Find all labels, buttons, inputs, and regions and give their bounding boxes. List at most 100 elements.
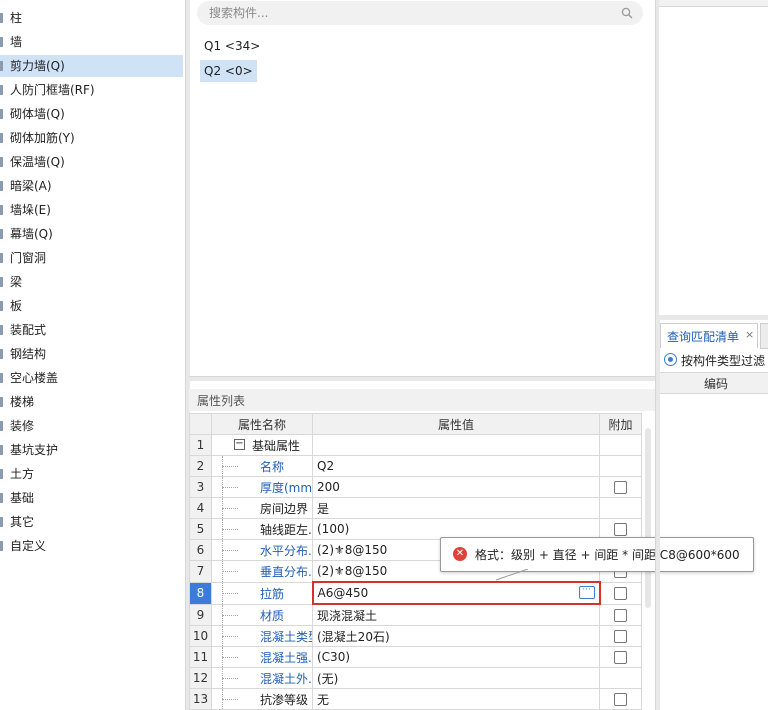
property-row[interactable]: 2 名称 Q2 — [189, 455, 642, 477]
row-number[interactable]: 8 — [189, 581, 212, 605]
row-number[interactable]: 11 — [189, 646, 212, 668]
tree-item[interactable]: 砌体墙(Q) — [0, 103, 183, 125]
tree-item[interactable]: 墙 — [0, 31, 183, 53]
property-row[interactable]: 1− 基础属性 — [189, 434, 642, 456]
extra-checkbox[interactable] — [614, 523, 627, 536]
property-value-cell[interactable]: (C30) — [312, 646, 600, 668]
component-item-q2[interactable]: Q2 <0> — [200, 60, 257, 82]
row-number[interactable]: 12 — [189, 667, 212, 689]
property-name-cell: 抗渗等级 — [211, 688, 313, 710]
tree-item[interactable]: 楼梯 — [0, 391, 183, 413]
tree-item[interactable]: 梁 — [0, 271, 183, 293]
property-scrollbar[interactable] — [645, 428, 651, 608]
extra-checkbox[interactable] — [614, 693, 627, 706]
extra-checkbox[interactable] — [614, 608, 627, 622]
property-value-cell[interactable]: 现浇混凝土 — [312, 603, 600, 626]
row-number[interactable]: 7 — [189, 560, 212, 583]
property-value-cell[interactable]: A6@450 ··· — [311, 581, 601, 605]
tree-item-label: 保温墙(Q) — [10, 155, 65, 169]
row-number[interactable]: 5 — [189, 518, 212, 540]
property-extra-cell — [599, 625, 642, 647]
tab-next[interactable] — [760, 323, 768, 349]
property-name-cell: 材质 — [211, 603, 313, 626]
radio-selected-icon[interactable] — [664, 353, 677, 366]
tree-item[interactable]: 装修 — [0, 415, 183, 437]
property-row[interactable]: 13 抗渗等级无 — [189, 688, 642, 710]
extra-checkbox[interactable] — [614, 481, 627, 494]
tree-item[interactable]: 钢结构 — [0, 343, 183, 365]
tree-item-label: 自定义 — [10, 539, 47, 553]
property-row[interactable]: 4 房间边界是 — [189, 497, 642, 519]
tooltip-message: 格式：级别 + 直径 + 间距 * 间距,C8@600*600 — [475, 548, 740, 562]
property-value-cell[interactable]: 200 — [312, 476, 600, 498]
tree-item[interactable]: 其它 — [0, 511, 183, 533]
extra-checkbox[interactable] — [614, 630, 627, 643]
tree-item[interactable]: 板 — [0, 295, 183, 317]
property-value-cell[interactable] — [312, 434, 600, 456]
property-value-cell[interactable]: 是 — [312, 497, 600, 519]
property-row[interactable]: 10 混凝土类型 (混凝土20石) — [189, 625, 642, 647]
property-row[interactable]: 3 厚度(mm) 200 — [189, 476, 642, 498]
ellipsis-button-icon[interactable]: ··· — [578, 586, 595, 599]
property-value-cell[interactable]: Q2 — [312, 455, 600, 477]
tree-item-label: 装配式 — [10, 323, 47, 337]
tree-item[interactable]: 保温墙(Q) — [0, 151, 183, 173]
tree-item-label: 土方 — [10, 467, 35, 481]
middle-splitter[interactable] — [189, 376, 655, 381]
tree-item-label: 剪力墙(Q) — [10, 59, 65, 73]
row-number[interactable]: 4 — [189, 497, 212, 519]
collapse-icon[interactable]: − — [234, 439, 245, 450]
tree-item[interactable]: 基坑支护 — [0, 439, 183, 461]
tree-item[interactable]: 空心楼盖 — [0, 367, 183, 389]
row-number[interactable]: 10 — [189, 625, 212, 647]
property-name: 垂直分布... — [260, 565, 312, 579]
tree-node-icon — [0, 277, 3, 287]
tree-item[interactable]: 暗梁(A) — [0, 175, 183, 197]
right-panel-splitter[interactable] — [659, 315, 768, 320]
tree-item[interactable]: 基础 — [0, 487, 183, 509]
property-row[interactable]: 11 混凝土强... (C30) — [189, 646, 642, 668]
tree-item[interactable]: 墙垛(E) — [0, 199, 183, 221]
row-number[interactable]: 2 — [189, 455, 212, 477]
component-search[interactable]: 搜索构件... — [197, 1, 643, 25]
tab-query-match-list[interactable]: 查询匹配清单 × — [660, 323, 758, 348]
filter-by-type-radio[interactable]: 按构件类型过滤 — [660, 349, 768, 371]
property-name: 轴线距左... — [260, 523, 312, 537]
property-row[interactable]: 8 拉筋 A6@450 ··· — [189, 581, 642, 605]
property-value-cell[interactable]: 无 — [312, 688, 600, 710]
tree-item[interactable]: 剪力墙(Q) — [0, 55, 183, 77]
property-row[interactable]: 12 混凝土外... (无) — [189, 667, 642, 689]
row-number[interactable]: 3 — [189, 476, 212, 498]
close-icon[interactable]: × — [745, 328, 754, 341]
tree-item[interactable]: 砌体加筋(Y) — [0, 127, 183, 149]
tree-item[interactable]: 柱 — [0, 7, 183, 29]
search-input[interactable]: 搜索构件... — [209, 1, 268, 25]
tree-item-label: 暗梁(A) — [10, 179, 52, 193]
property-name: 水平分布... — [260, 544, 312, 558]
tree-item-label: 柱 — [10, 11, 23, 25]
tree-item-label: 板 — [10, 299, 23, 313]
row-number[interactable]: 1 — [189, 434, 212, 456]
property-name: 材质 — [260, 608, 285, 623]
row-number[interactable]: 9 — [189, 603, 212, 626]
row-number[interactable]: 6 — [189, 539, 212, 561]
tree-item[interactable]: 自定义 — [0, 535, 183, 557]
tree-line — [222, 571, 238, 572]
extra-checkbox[interactable] — [614, 651, 627, 664]
component-item-q1[interactable]: Q1 <34> — [200, 35, 264, 57]
tree-item[interactable]: 幕墙(Q) — [0, 223, 183, 245]
property-row[interactable]: 9 材质 现浇混凝土 — [189, 603, 642, 626]
property-value-cell[interactable]: (无) — [312, 667, 600, 689]
tree-item[interactable]: 土方 — [0, 463, 183, 485]
tree-line — [222, 529, 238, 530]
tree-item[interactable]: 人防门框墙(RF) — [0, 79, 183, 101]
tree-node-icon — [0, 469, 3, 479]
extra-checkbox[interactable] — [614, 587, 628, 600]
tree-item-label: 楼梯 — [10, 395, 35, 409]
tree-item[interactable]: 门窗洞 — [0, 247, 183, 269]
search-icon[interactable] — [621, 7, 633, 19]
tree-item[interactable]: 装配式 — [0, 319, 183, 341]
tree-item-label: 砌体加筋(Y) — [10, 131, 75, 145]
row-number[interactable]: 13 — [189, 688, 212, 710]
property-value-cell[interactable]: (混凝土20石) — [312, 625, 600, 647]
